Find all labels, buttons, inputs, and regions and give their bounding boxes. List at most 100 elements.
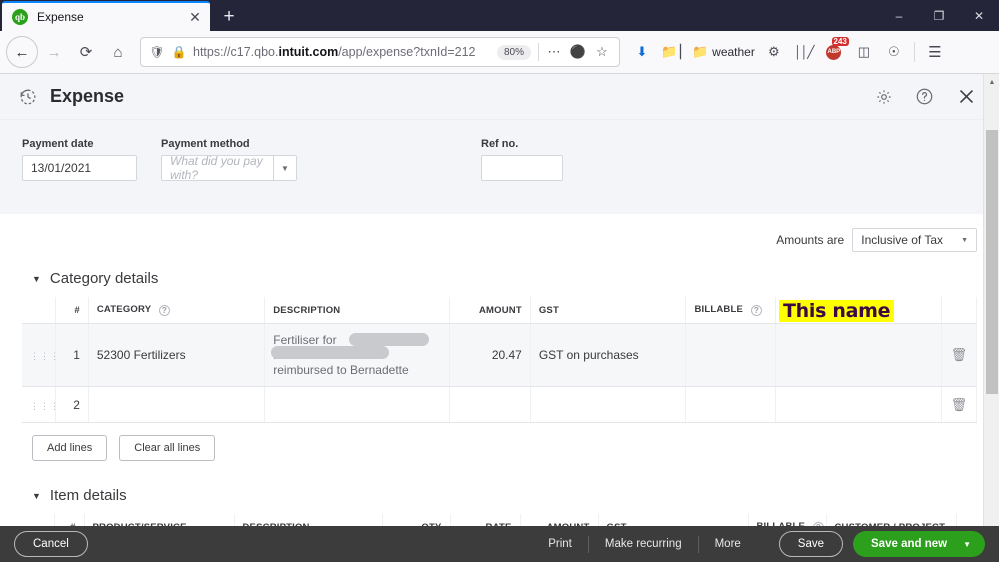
help-icon[interactable]: ? bbox=[750, 305, 762, 316]
downloads-icon[interactable]: ⬇ bbox=[628, 37, 656, 67]
forward-arrow-icon[interactable]: → bbox=[38, 36, 70, 68]
page-content: Expense Payment date 13/01/2021 Payment … bbox=[0, 74, 999, 562]
header-actions bbox=[875, 86, 981, 107]
chevron-down-icon[interactable]: ▼ bbox=[273, 155, 297, 181]
minimize-button[interactable]: – bbox=[879, 0, 919, 31]
ellipsis-icon[interactable]: ⋯ bbox=[542, 44, 566, 60]
vertical-scrollbar[interactable]: ▲ ▼ bbox=[983, 74, 999, 562]
payment-method-field: Payment method What did you pay with? ▼ bbox=[161, 138, 297, 182]
print-button[interactable]: Print bbox=[532, 538, 588, 550]
col-description: DESCRIPTION bbox=[264, 297, 450, 324]
maximize-button[interactable]: ❐ bbox=[919, 0, 959, 31]
padlock-icon[interactable]: 🔒 bbox=[168, 45, 190, 59]
library-icon[interactable]: ││╱ bbox=[790, 37, 818, 67]
row-amount[interactable] bbox=[449, 386, 531, 423]
sidebar-icon[interactable]: ◫ bbox=[850, 37, 878, 67]
col-billable-label: BILLABLE bbox=[694, 304, 744, 315]
page-title: Expense bbox=[50, 86, 125, 106]
row-gst[interactable] bbox=[530, 386, 687, 423]
help-icon[interactable] bbox=[915, 87, 934, 106]
row-billable[interactable] bbox=[685, 323, 776, 387]
ref-no-input[interactable] bbox=[481, 155, 563, 181]
make-recurring-button[interactable]: Make recurring bbox=[589, 538, 698, 550]
scrollbar-thumb[interactable] bbox=[986, 130, 998, 394]
col-number: # bbox=[55, 297, 89, 324]
window-controls: – ❐ ✕ bbox=[879, 0, 999, 31]
url-suffix: /app/expense?txnId=212 bbox=[338, 45, 476, 59]
footer-save-actions: Save Save and new ▼ bbox=[778, 531, 985, 557]
browser-tab[interactable]: qb Expense ✕ bbox=[2, 1, 210, 31]
col-amount: AMOUNT bbox=[449, 297, 531, 324]
triangle-down-icon: ▼ bbox=[32, 273, 41, 284]
browser-navbar: ← → ⟳ ⌂ 🛡 🔒 https://c17.qbo.intuit.com/a… bbox=[0, 31, 999, 74]
pocket-icon[interactable]: ⚫ bbox=[566, 44, 590, 60]
payment-method-input[interactable]: What did you pay with? bbox=[161, 154, 273, 182]
item-details-title[interactable]: ▼ Item details bbox=[32, 487, 977, 504]
description-line2: reimbursed to Bernadette bbox=[273, 363, 409, 377]
chevron-up-icon[interactable]: ▲ bbox=[984, 74, 999, 90]
close-icon[interactable] bbox=[956, 86, 977, 107]
weather-folder-icon[interactable]: 📁 weather bbox=[689, 37, 758, 67]
cancel-button[interactable]: Cancel bbox=[14, 531, 88, 557]
row-gst[interactable]: GST on purchases bbox=[530, 323, 687, 387]
row-amount[interactable]: 20.47 bbox=[449, 323, 531, 387]
row-category[interactable] bbox=[88, 386, 266, 423]
table-row[interactable]: ⋮⋮⋮ 1 52300 Fertilizers Fertiliser for M… bbox=[22, 323, 978, 387]
bookmark-folder-icon[interactable]: 📁⎮ bbox=[658, 37, 687, 67]
clear-all-lines-button[interactable]: Clear all lines bbox=[119, 435, 216, 461]
category-details-title[interactable]: ▼ Category details bbox=[32, 270, 977, 287]
row-customer[interactable] bbox=[775, 323, 942, 387]
chevron-down-icon[interactable]: ▼ bbox=[963, 540, 971, 549]
annotation-this-name: This name bbox=[779, 300, 895, 322]
expense-header: Expense bbox=[0, 74, 999, 120]
triangle-down-icon: ▼ bbox=[32, 490, 41, 501]
reload-icon[interactable]: ⟳ bbox=[70, 36, 102, 68]
save-button[interactable]: Save bbox=[778, 531, 844, 557]
adblock-count-badge: 243 bbox=[831, 37, 849, 46]
redaction-bar bbox=[271, 346, 390, 359]
redaction-bar bbox=[349, 333, 430, 346]
help-icon[interactable]: ? bbox=[158, 305, 170, 316]
amounts-are-row: Amounts are Inclusive of Tax ▼ bbox=[22, 214, 977, 262]
app-menu-icon[interactable]: ☰ bbox=[921, 37, 949, 67]
amounts-are-select[interactable]: Inclusive of Tax ▼ bbox=[852, 228, 977, 252]
row-customer[interactable] bbox=[775, 386, 942, 423]
table-row[interactable]: ⋮⋮⋮ 2 🗑 bbox=[22, 386, 978, 423]
zoom-level-badge[interactable]: 80% bbox=[496, 44, 531, 60]
close-icon[interactable]: ✕ bbox=[186, 8, 204, 26]
expense-footer-bar: Cancel Print Make recurring More Save Sa… bbox=[0, 526, 999, 562]
ref-no-field: Ref no. bbox=[481, 138, 563, 181]
category-line-buttons: Add lines Clear all lines bbox=[32, 435, 977, 461]
settings-gear-icon[interactable]: ⚙ bbox=[760, 37, 788, 67]
account-icon[interactable]: ☉ bbox=[880, 37, 908, 67]
tab-title: Expense bbox=[37, 10, 84, 24]
trash-icon[interactable]: 🗑 bbox=[941, 323, 978, 387]
row-billable[interactable] bbox=[685, 386, 776, 423]
payment-date-input[interactable]: 13/01/2021 bbox=[22, 155, 137, 181]
row-description[interactable] bbox=[264, 386, 450, 423]
window-close-button[interactable]: ✕ bbox=[959, 0, 999, 31]
add-lines-button[interactable]: Add lines bbox=[32, 435, 108, 461]
col-category: CATEGORY ? bbox=[88, 297, 266, 324]
row-description[interactable]: Fertiliser for Mre reimbursed to Bernade… bbox=[264, 323, 450, 387]
more-button[interactable]: More bbox=[699, 538, 757, 550]
row-category[interactable]: 52300 Fertilizers bbox=[88, 323, 266, 387]
clock-history-icon[interactable] bbox=[18, 87, 38, 107]
trash-icon[interactable]: 🗑 bbox=[941, 386, 978, 423]
star-icon[interactable]: ☆ bbox=[590, 44, 614, 60]
chevron-down-icon: ▼ bbox=[961, 236, 968, 244]
address-bar[interactable]: 🛡 🔒 https://c17.qbo.intuit.com/app/expen… bbox=[140, 37, 620, 67]
save-and-new-button[interactable]: Save and new ▼ bbox=[853, 531, 985, 557]
back-arrow-icon[interactable]: ← bbox=[6, 36, 38, 68]
expense-form-fields: Payment date 13/01/2021 Payment method W… bbox=[0, 120, 999, 214]
shield-icon[interactable]: 🛡 bbox=[146, 45, 168, 59]
gear-icon[interactable] bbox=[875, 88, 893, 106]
weather-folder-label: weather bbox=[712, 45, 755, 59]
url-domain: intuit.com bbox=[278, 45, 339, 59]
save-and-new-label: Save and new bbox=[871, 538, 948, 550]
adblock-plus-icon[interactable]: ABP 243 bbox=[820, 37, 849, 67]
plus-icon[interactable]: + bbox=[214, 1, 244, 31]
drag-handle-icon[interactable]: ⋮⋮⋮ bbox=[22, 386, 59, 423]
drag-handle-icon[interactable]: ⋮⋮⋮ bbox=[22, 323, 59, 387]
home-icon[interactable]: ⌂ bbox=[102, 36, 134, 68]
